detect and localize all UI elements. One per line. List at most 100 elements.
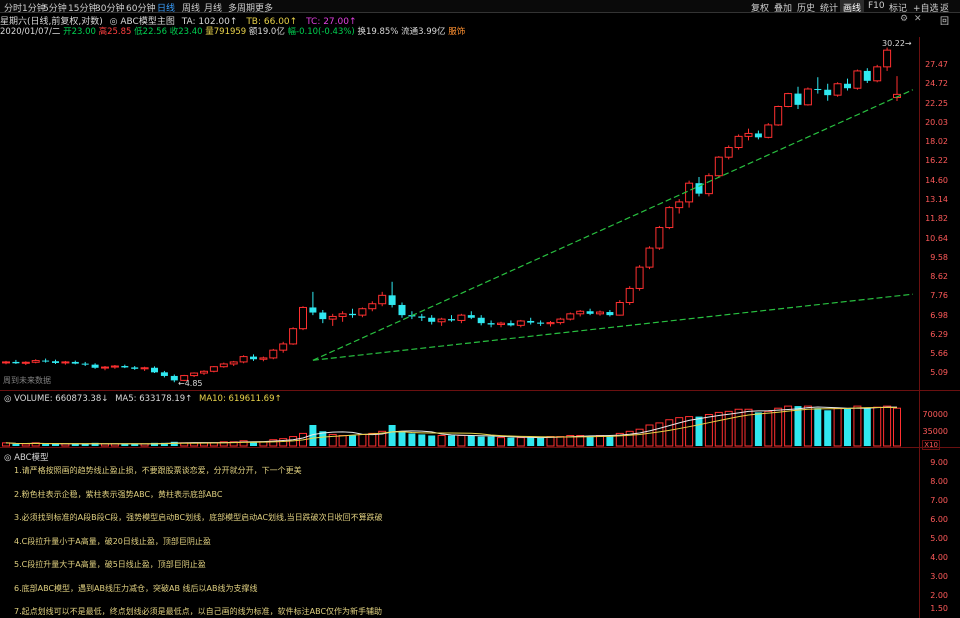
- candle-body[interactable]: [81, 363, 89, 365]
- candle-body[interactable]: [556, 318, 565, 324]
- candle-body[interactable]: [873, 66, 882, 82]
- candle-body[interactable]: [744, 132, 753, 137]
- candle-body[interactable]: [655, 227, 664, 249]
- candle-body[interactable]: [378, 294, 387, 305]
- candle-body[interactable]: [784, 93, 793, 107]
- candle-body[interactable]: [833, 83, 842, 96]
- candle-body[interactable]: [131, 367, 139, 369]
- candle-body[interactable]: [586, 311, 594, 314]
- candle-body[interactable]: [844, 83, 851, 89]
- candle-body[interactable]: [764, 124, 773, 138]
- candle-body[interactable]: [170, 375, 178, 381]
- candle-body[interactable]: [566, 313, 575, 320]
- candle-body[interactable]: [645, 247, 654, 268]
- volume-bar: [556, 436, 565, 447]
- candle-body[interactable]: [151, 367, 158, 373]
- candle-body[interactable]: [209, 366, 218, 372]
- candle-body[interactable]: [101, 366, 109, 369]
- candle-body[interactable]: [754, 133, 762, 138]
- candle-body[interactable]: [487, 323, 495, 325]
- candle-body[interactable]: [309, 307, 317, 313]
- candle-body[interactable]: [279, 343, 288, 351]
- volume-bar: [784, 405, 793, 447]
- candle-body[interactable]: [31, 360, 40, 363]
- candle-body[interactable]: [467, 315, 475, 318]
- candle-body[interactable]: [704, 175, 713, 195]
- candle-body[interactable]: [2, 361, 10, 364]
- candle-body[interactable]: [537, 322, 545, 324]
- candle-body[interactable]: [883, 49, 892, 68]
- candle-body[interactable]: [507, 323, 515, 326]
- volume-bar: [338, 435, 347, 447]
- candle-body[interactable]: [516, 320, 525, 326]
- candle-body[interactable]: [319, 312, 327, 320]
- ma5-label: MA5: 633178.19↑: [115, 394, 193, 404]
- candle-body[interactable]: [42, 360, 50, 362]
- candle-body[interactable]: [71, 361, 79, 364]
- candle-body[interactable]: [814, 88, 822, 90]
- candle-body[interactable]: [61, 361, 70, 364]
- candle-body[interactable]: [546, 322, 555, 325]
- trend-line[interactable]: [312, 89, 914, 361]
- candle-body[interactable]: [190, 372, 199, 377]
- candle-body[interactable]: [140, 367, 149, 370]
- price-tick-label: 27.47: [925, 60, 948, 70]
- candlestick-chart[interactable]: [0, 0, 960, 618]
- candle-body[interactable]: [398, 304, 406, 316]
- candle-body[interactable]: [250, 356, 257, 360]
- candle-body[interactable]: [734, 135, 743, 149]
- volume-indicator-icon[interactable]: ◎: [4, 394, 11, 404]
- candle-body[interactable]: [803, 88, 812, 106]
- candle-body[interactable]: [576, 310, 585, 315]
- candle-body[interactable]: [497, 322, 505, 326]
- candle-body[interactable]: [714, 156, 723, 177]
- candle-body[interactable]: [675, 201, 684, 209]
- candle-body[interactable]: [665, 207, 674, 229]
- candle-body[interactable]: [477, 317, 485, 324]
- candle-body[interactable]: [200, 370, 208, 374]
- candle-body[interactable]: [160, 372, 168, 376]
- candle-body[interactable]: [110, 365, 119, 368]
- price-tick-label: 11.82: [925, 214, 948, 224]
- candle-body[interactable]: [121, 366, 129, 368]
- candle-body[interactable]: [794, 93, 802, 105]
- candle-body[interactable]: [289, 328, 298, 345]
- candle-body[interactable]: [52, 361, 59, 363]
- candle-body[interactable]: [418, 316, 426, 318]
- future-data-note: 周到未来数据: [3, 376, 51, 385]
- abc-indicator-icon[interactable]: ◎: [4, 453, 11, 463]
- candle-body[interactable]: [269, 349, 278, 359]
- candle-body[interactable]: [527, 320, 535, 323]
- candle-body[interactable]: [12, 361, 20, 364]
- candle-body[interactable]: [448, 319, 455, 321]
- candle-body[interactable]: [724, 147, 733, 158]
- candle-body[interactable]: [219, 363, 228, 368]
- candle-body[interactable]: [596, 311, 604, 315]
- candle-body[interactable]: [21, 361, 30, 364]
- candle-body[interactable]: [91, 364, 99, 368]
- candle-body[interactable]: [685, 182, 694, 203]
- candle-body[interactable]: [328, 315, 337, 320]
- candle-body[interactable]: [259, 357, 268, 360]
- candle-body[interactable]: [349, 313, 356, 316]
- candle-body[interactable]: [853, 70, 862, 89]
- candle-body[interactable]: [239, 356, 248, 363]
- candle-body[interactable]: [606, 312, 614, 316]
- candle-body[interactable]: [615, 302, 624, 316]
- candle-body[interactable]: [358, 308, 367, 316]
- candle-body[interactable]: [299, 306, 307, 330]
- candle-body[interactable]: [774, 105, 783, 126]
- candle-body[interactable]: [338, 313, 347, 317]
- candle-body[interactable]: [457, 314, 466, 321]
- candle-body[interactable]: [428, 317, 436, 322]
- candle-body[interactable]: [229, 361, 238, 365]
- trend-line[interactable]: [312, 293, 913, 361]
- candle-body[interactable]: [437, 318, 446, 323]
- volume-bar: [724, 410, 733, 447]
- candle-body[interactable]: [388, 295, 396, 305]
- candle-body[interactable]: [863, 70, 871, 81]
- candle-body[interactable]: [824, 89, 832, 96]
- candle-body[interactable]: [368, 303, 377, 310]
- candle-body[interactable]: [635, 266, 644, 289]
- candle-body[interactable]: [625, 287, 634, 304]
